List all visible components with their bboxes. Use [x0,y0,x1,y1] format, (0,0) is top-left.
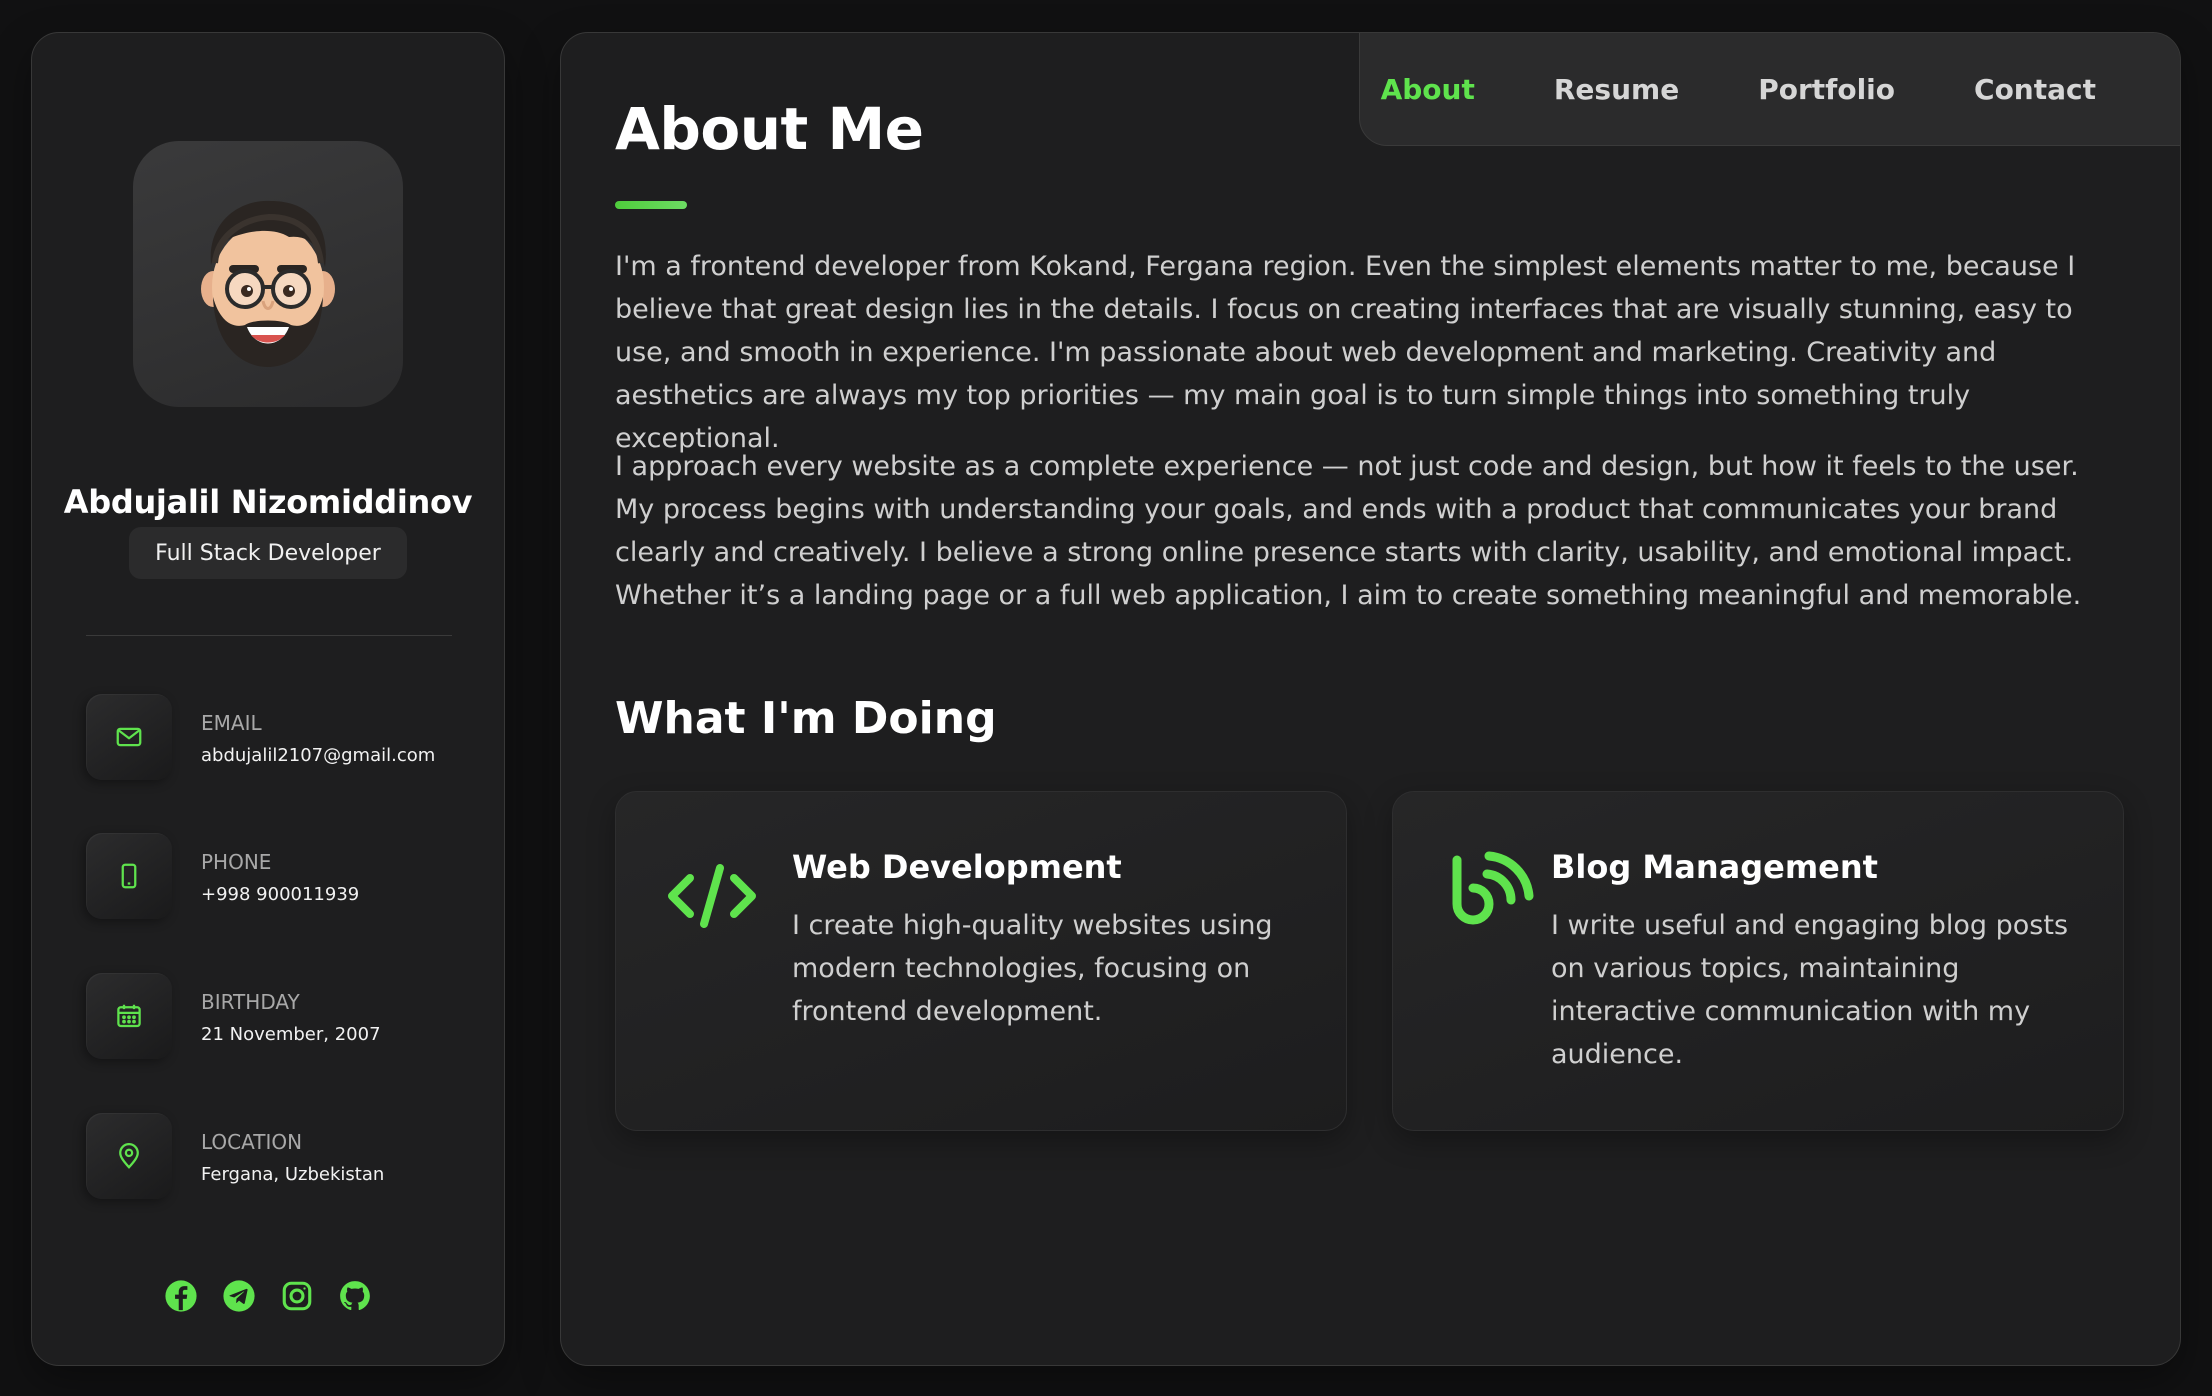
github-icon[interactable] [338,1279,372,1313]
contact-birthday: BIRTHDAY 21 November, 2007 [86,973,466,1063]
service-title: Blog Management [1551,848,1878,886]
nav-resume[interactable]: Resume [1554,73,1679,106]
email-label: EMAIL [201,711,262,735]
page-title: About Me [615,95,924,163]
about-paragraph-1: I'm a frontend developer from Kokand, Fe… [615,251,2076,454]
social-links [32,1279,504,1313]
sidebar-divider [86,635,452,636]
email-icon-box [86,694,172,780]
avatar [133,141,403,407]
service-card-blog-management: Blog Management I write useful and engag… [1392,791,2124,1131]
main-content: About Resume Portfolio Contact About Me … [560,32,2181,1366]
nav-about[interactable]: About [1381,73,1475,106]
service-title: Web Development [792,848,1122,886]
about-paragraph-2: I approach every website as a complete e… [615,451,2082,611]
birthday-icon-box [86,973,172,1059]
phone-icon-box [86,833,172,919]
phone-icon [121,863,137,889]
telegram-icon[interactable] [222,1279,256,1313]
location-label: LOCATION [201,1130,303,1154]
service-description: I create high-quality websites using mod… [792,910,1273,1027]
nav-contact[interactable]: Contact [1974,73,2096,106]
facebook-icon[interactable] [164,1279,198,1313]
profile-name: Abdujalil Nizomiddinov [63,483,473,521]
location-icon-box [86,1113,172,1199]
title-underline [615,201,687,209]
top-navigation: About Resume Portfolio Contact [1359,33,2180,146]
phone-link[interactable]: +998 900011939 [201,884,359,905]
birthday-label: BIRTHDAY [201,990,300,1014]
service-card-web-development: Web Development I create high-quality we… [615,791,1347,1131]
location-value: Fergana, Uzbekistan [201,1164,385,1185]
section-title: What I'm Doing [615,693,997,744]
calendar-icon [117,1004,141,1028]
contact-location: LOCATION Fergana, Uzbekistan [86,1113,466,1203]
code-icon [668,864,756,928]
instagram-icon[interactable] [280,1279,314,1313]
profile-sidebar: Abdujalil Nizomiddinov Full Stack Develo… [31,32,505,1366]
nav-portfolio[interactable]: Portfolio [1758,73,1895,106]
blog-icon [1452,851,1534,925]
phone-label: PHONE [201,850,272,874]
service-description: I write useful and engaging blog posts o… [1551,910,2069,1070]
birthday-value: 21 November, 2007 [201,1024,381,1045]
role-badge: Full Stack Developer [129,527,407,579]
location-pin-icon [119,1143,139,1169]
contact-phone: PHONE +998 900011939 [86,833,466,923]
memoji-avatar-icon [201,200,335,367]
mail-icon [116,727,142,747]
email-link[interactable]: abdujalil2107@gmail.com [201,745,435,766]
contact-email: EMAIL abdujalil2107@gmail.com [86,694,466,784]
